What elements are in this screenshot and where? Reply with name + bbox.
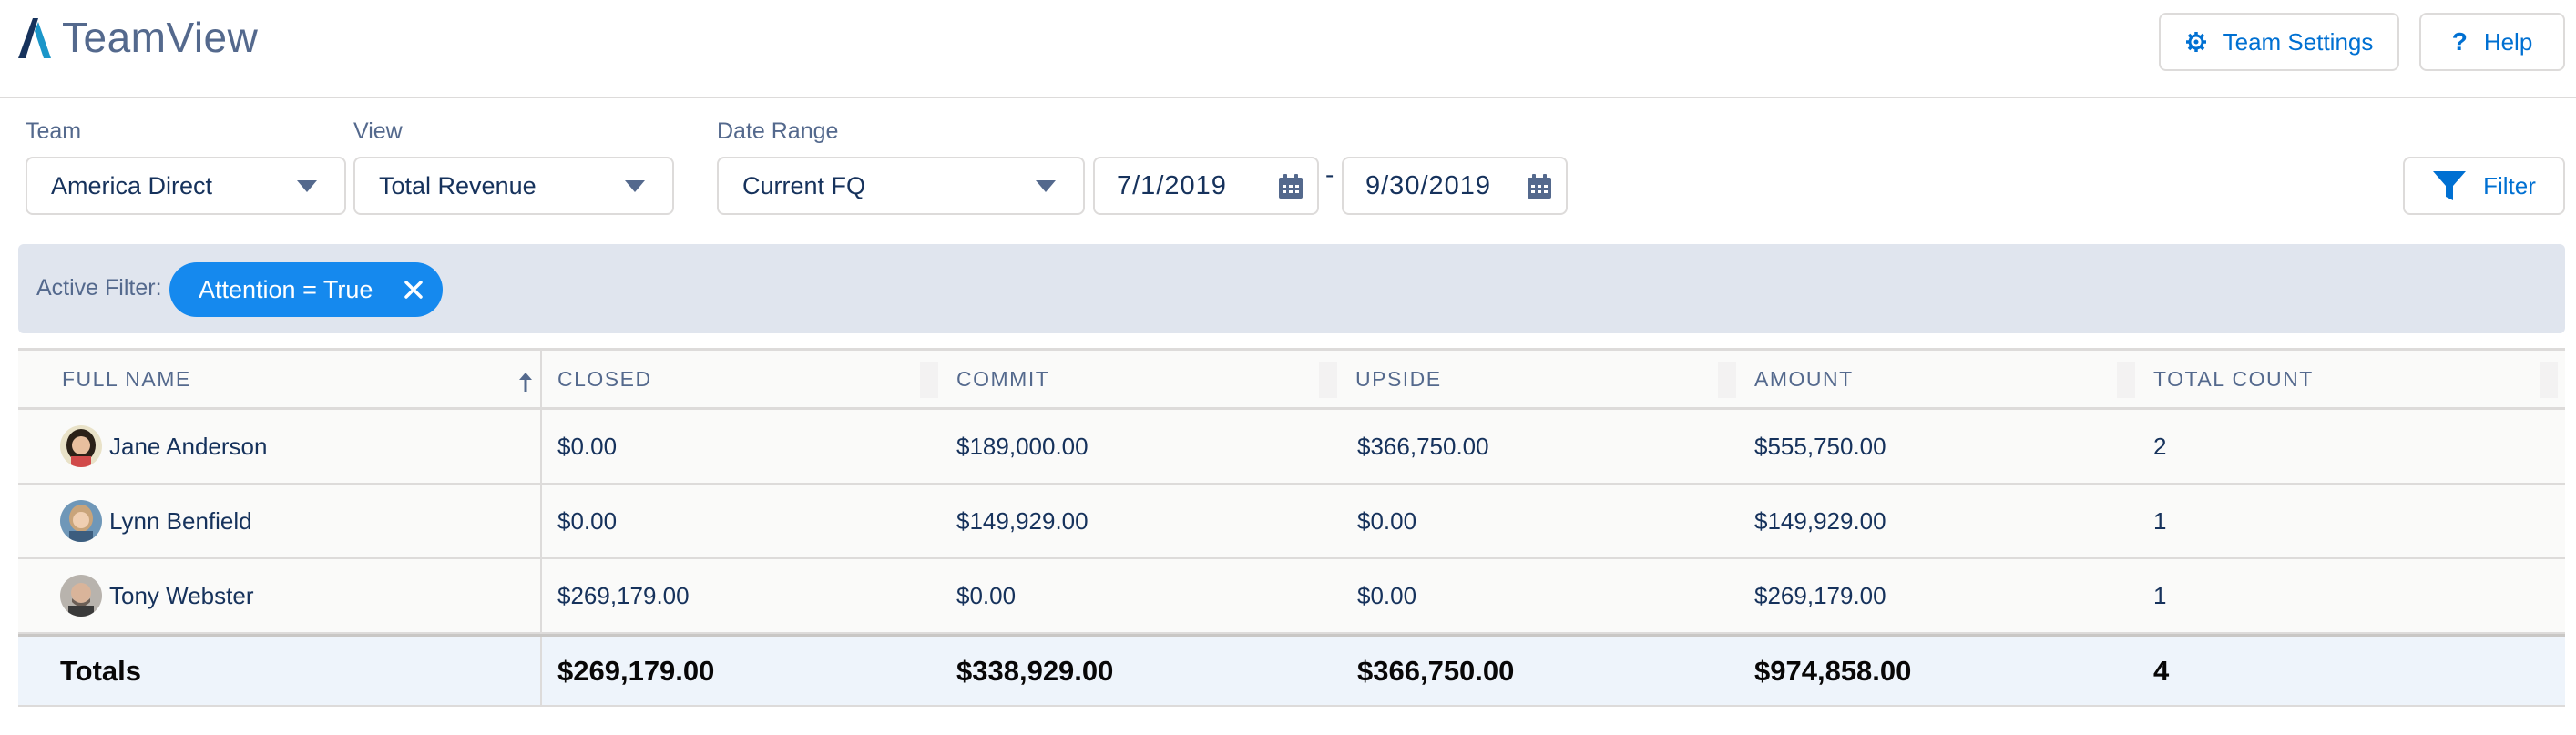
commit-cell: $189,000.00 [956,432,1089,460]
upside-cell: $366,750.00 [1357,432,1489,460]
table-row[interactable]: Lynn Benfield $0.00 $149,929.00 $0.00 $1… [18,485,2565,559]
column-divider [2540,362,2558,398]
chevron-down-icon [1036,180,1056,192]
team-select[interactable]: America Direct [26,157,346,215]
name-cell: Tony Webster [60,559,253,632]
avatar [60,575,102,617]
column-header-total-count[interactable]: TOTAL COUNT [2153,351,2314,407]
full-name[interactable]: Lynn Benfield [109,507,252,536]
column-header-closed[interactable]: CLOSED [557,351,652,407]
column-divider [1319,362,1337,398]
totals-row: Totals $269,179.00 $338,929.00 $366,750.… [18,634,2565,707]
count-cell: 1 [2153,506,2167,535]
calendar-icon[interactable] [1277,173,1304,208]
date-range-select-value: Current FQ [742,171,866,199]
column-divider [540,559,542,632]
avatar [60,425,102,467]
commit-cell: $0.00 [956,581,1017,609]
view-label: View [353,118,403,144]
date-range-select[interactable]: Current FQ [717,157,1085,215]
column-header-commit[interactable]: COMMIT [956,351,1049,407]
column-divider [540,351,542,407]
team-select-value: America Direct [51,171,213,199]
app-logo: TeamView [16,13,258,62]
help-button[interactable]: ? Help [2419,13,2565,71]
table-row[interactable]: Tony Webster $269,179.00 $0.00 $0.00 $26… [18,559,2565,634]
totals-commit: $338,929.00 [956,655,1114,687]
column-divider [540,485,542,557]
full-name[interactable]: Jane Anderson [109,433,267,461]
name-cell: Jane Anderson [60,410,267,483]
revenue-table: FULL NAME CLOSED COMMIT UPSIDE AMOUNT TO… [18,348,2565,707]
closed-cell: $0.00 [557,432,618,460]
filter-button[interactable]: Filter [2403,157,2565,215]
table-row[interactable]: Jane Anderson $0.00 $189,000.00 $366,750… [18,410,2565,485]
gear-icon [2185,31,2207,53]
team-settings-button[interactable]: Team Settings [2159,13,2399,71]
totals-closed: $269,179.00 [557,655,715,687]
totals-amount: $974,858.00 [1754,655,1912,687]
column-divider [920,362,938,398]
question-icon: ? [2451,27,2468,56]
column-header-amount[interactable]: AMOUNT [1754,351,1854,407]
team-label: Team [26,118,82,144]
chevron-down-icon [297,180,317,192]
count-cell: 2 [2153,432,2167,460]
amount-cell: $555,750.00 [1754,432,1886,460]
count-cell: 1 [2153,581,2167,609]
column-divider [540,410,542,483]
totals-label: Totals [60,655,141,687]
column-divider [540,637,542,705]
closed-cell: $269,179.00 [557,581,690,609]
end-date-input[interactable]: 9/30/2019 [1342,157,1568,215]
logo-icon [18,18,51,58]
filter-button-label: Filter [2483,171,2536,199]
name-cell: Lynn Benfield [60,485,252,557]
active-filter-label: Active Filter: [36,275,162,301]
totals-count: 4 [2153,655,2170,687]
column-divider [1718,362,1736,398]
team-settings-label: Team Settings [2223,27,2374,56]
view-select-value: Total Revenue [379,171,537,199]
column-divider [2117,362,2135,398]
upside-cell: $0.00 [1357,506,1417,535]
start-date-value: 7/1/2019 [1117,170,1227,200]
totals-upside: $366,750.00 [1357,655,1515,687]
sort-ascending-icon[interactable] [517,371,534,397]
commit-cell: $149,929.00 [956,506,1089,535]
active-filter-pill[interactable]: Attention = True [169,262,443,317]
closed-cell: $0.00 [557,506,618,535]
funnel-icon [2432,169,2467,202]
avatar [60,500,102,542]
active-filter-bar: Active Filter: Attention = True [18,244,2565,333]
end-date-value: 9/30/2019 [1365,170,1492,200]
view-select[interactable]: Total Revenue [353,157,674,215]
date-range-label: Date Range [717,118,839,144]
app-title: TeamView [62,14,259,61]
calendar-icon[interactable] [1526,173,1553,208]
amount-cell: $269,179.00 [1754,581,1886,609]
app-header: TeamView Team Settings ? Help [0,0,2576,98]
close-icon[interactable] [399,275,428,304]
table-header: FULL NAME CLOSED COMMIT UPSIDE AMOUNT TO… [18,348,2565,410]
upside-cell: $0.00 [1357,581,1417,609]
date-separator: - [1325,160,1334,189]
full-name[interactable]: Tony Webster [109,582,253,610]
column-header-full-name[interactable]: FULL NAME [62,351,191,407]
chevron-down-icon [625,180,645,192]
start-date-input[interactable]: 7/1/2019 [1093,157,1319,215]
help-label: Help [2483,27,2533,56]
active-filter-pill-label: Attention = True [199,275,373,303]
column-header-upside[interactable]: UPSIDE [1355,351,1442,407]
amount-cell: $149,929.00 [1754,506,1886,535]
